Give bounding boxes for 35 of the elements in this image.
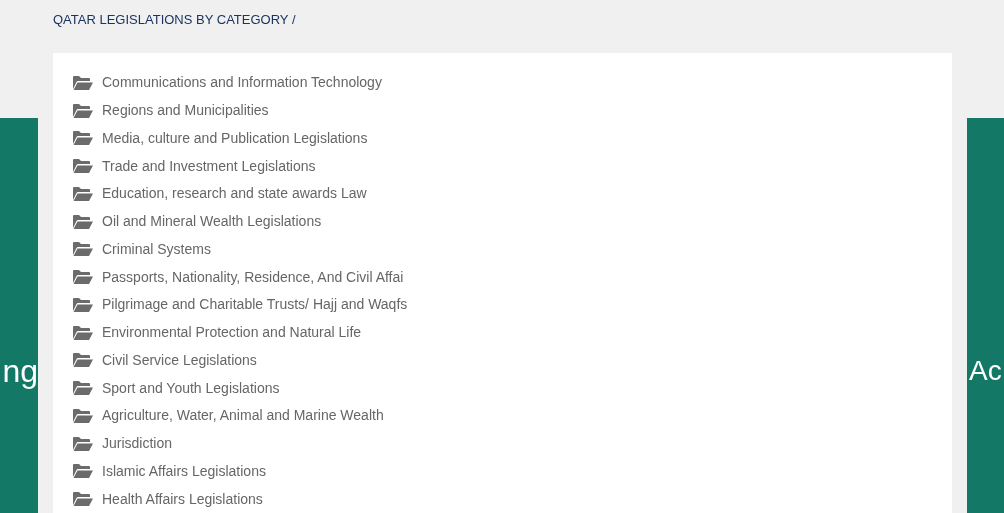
category-link[interactable]: Health Affairs Legislations (102, 488, 263, 510)
category-link[interactable]: Education, research and state awards Law (102, 183, 367, 205)
category-link[interactable]: Criminal Systems (102, 238, 211, 260)
folder-icon (72, 435, 94, 452)
folder-icon (72, 213, 94, 230)
banner-text: Ac (969, 356, 1002, 385)
category-link[interactable]: Regions and Municipalities (102, 100, 269, 122)
folder-icon (72, 185, 94, 202)
category-link[interactable]: Trade and Investment Legislations (102, 155, 316, 177)
category-link[interactable]: Jurisdiction (102, 433, 173, 455)
category-link[interactable]: Environmental Protection and Natural Life (102, 322, 362, 344)
folder-icon (72, 241, 94, 258)
folder-icon (72, 296, 94, 313)
category-link[interactable]: Sport and Youth Legislations (102, 377, 280, 399)
folder-icon (72, 74, 94, 91)
folder-icon (72, 158, 94, 175)
category-link[interactable]: Oil and Mineral Wealth Legislations (102, 211, 322, 233)
category-link[interactable]: Passports, Nationality, Residence, And Civil Affai (102, 266, 404, 288)
category-link[interactable]: Pilgrimage and Charitable Trusts/ Hajj and Waqfs (102, 294, 408, 316)
folder-icon (72, 102, 94, 119)
folder-icon (72, 130, 94, 147)
category-link[interactable]: Media, culture and Publication Legislations (102, 127, 368, 149)
folder-icon (72, 324, 94, 341)
folder-icon (72, 407, 94, 424)
folder-icon (72, 352, 94, 369)
folder-icon (72, 491, 94, 508)
category-link[interactable]: Agriculture, Water, Animal and Marine Wealth (102, 405, 384, 427)
folder-icon (72, 380, 94, 397)
folder-icon (72, 269, 94, 286)
folder-icon (72, 463, 94, 480)
banner-text: ng (2, 354, 38, 387)
category-link[interactable]: Civil Service Legislations (102, 349, 257, 371)
breadcrumb[interactable]: QATAR LEGISLATIONS BY CATEGORY / (53, 12, 296, 27)
category-link[interactable]: Communications and Information Technology (102, 72, 382, 94)
category-link[interactable]: Islamic Affairs Legislations (102, 460, 266, 482)
